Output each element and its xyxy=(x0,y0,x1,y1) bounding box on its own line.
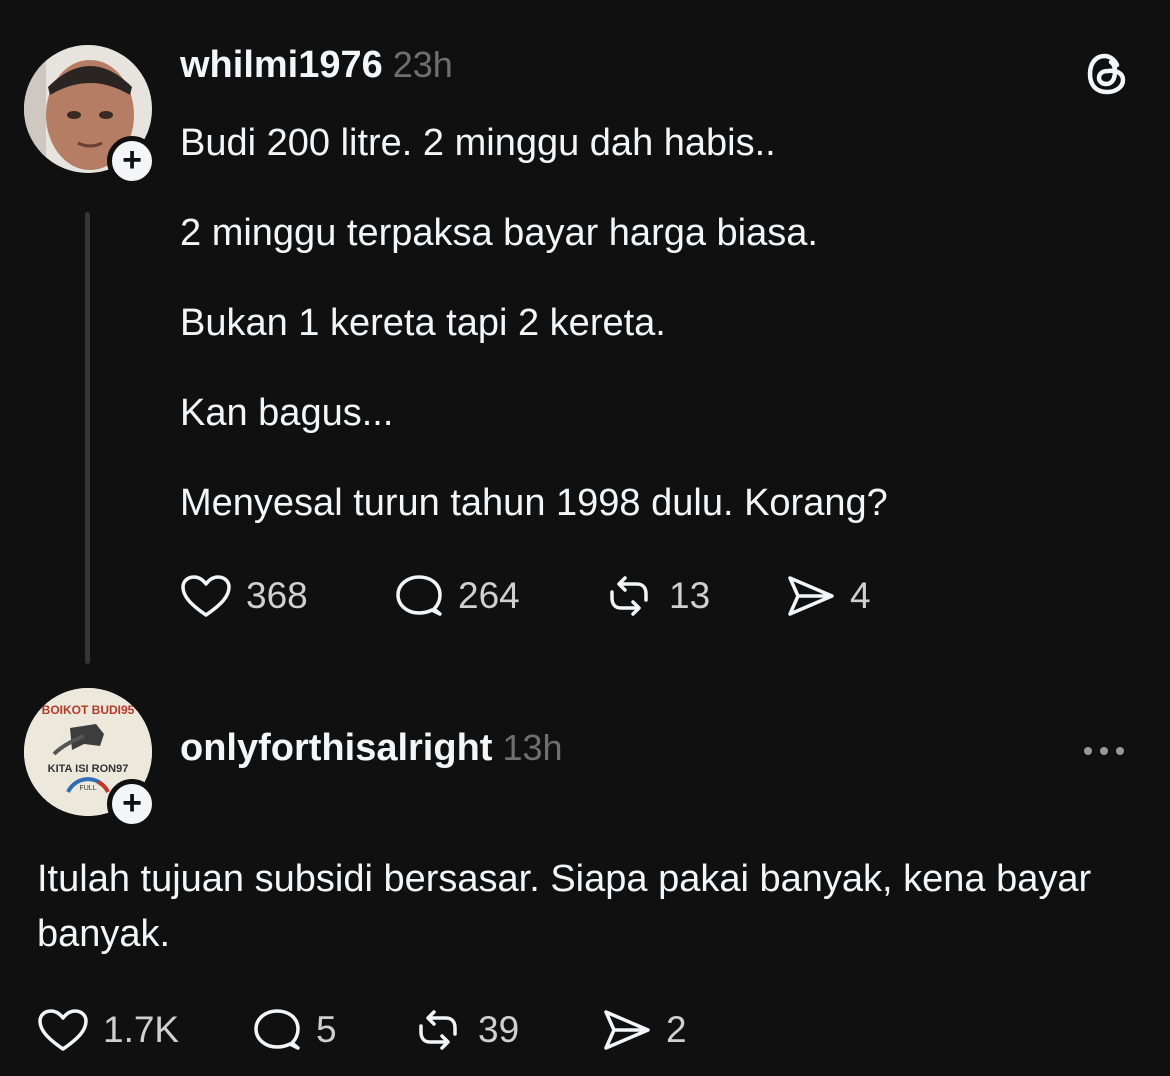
reply-like-button[interactable]: 1.7K xyxy=(37,1008,179,1052)
follow-plus-button-onlyforthisalright[interactable]: + xyxy=(107,779,157,829)
reply-username[interactable]: onlyforthisalright xyxy=(180,727,492,769)
post-username[interactable]: whilmi1976 xyxy=(180,44,383,86)
post-reply-button[interactable]: 264 xyxy=(392,574,520,618)
more-icon[interactable] xyxy=(1080,742,1128,760)
post-repost-count: 13 xyxy=(669,575,711,616)
follow-plus-button-whilmi1976[interactable]: + xyxy=(107,136,157,186)
send-icon xyxy=(788,576,834,616)
reply-reply-button[interactable]: 5 xyxy=(250,1008,337,1052)
post-share-count: 4 xyxy=(850,575,871,616)
post-like-count: 368 xyxy=(246,575,308,616)
reply-time: 13h xyxy=(502,727,563,768)
post-line-4: Kan bagus... xyxy=(180,392,394,434)
comment-icon xyxy=(254,1009,300,1050)
heart-icon xyxy=(181,575,231,617)
threads-logo-icon[interactable] xyxy=(1083,50,1131,103)
plus-icon: + xyxy=(122,784,142,822)
post-line-1: Budi 200 litre. 2 minggu dah habis.. xyxy=(180,122,776,164)
post-like-button[interactable]: 368 xyxy=(180,574,308,618)
post-line-3: Bukan 1 kereta tapi 2 kereta. xyxy=(180,302,666,344)
post-line-2: 2 minggu terpaksa bayar harga biasa. xyxy=(180,212,818,254)
avatar-gauge-text: FULL xyxy=(79,785,96,792)
avatar-text-top: BOIKOT BUDI95 xyxy=(42,703,135,717)
reply-repost-button[interactable]: 39 xyxy=(412,1008,519,1052)
send-icon xyxy=(604,1010,650,1050)
reply-like-count: 1.7K xyxy=(103,1009,180,1050)
post-reply-count: 264 xyxy=(458,575,520,616)
reply-repost-count: 39 xyxy=(478,1009,520,1050)
post-time: 23h xyxy=(392,44,453,85)
post-header: whilmi1976 23h xyxy=(180,44,453,87)
post-line-5: Menyesal turun tahun 1998 dulu. Korang? xyxy=(180,482,888,524)
reply-header: onlyforthisalright 13h xyxy=(180,727,563,770)
reply-share-button[interactable]: 2 xyxy=(600,1008,687,1052)
reply-reply-count: 5 xyxy=(316,1009,337,1050)
reply-text: Itulah tujuan subsidi bersasar. Siapa pa… xyxy=(37,858,1092,955)
repost-icon xyxy=(419,1010,457,1050)
comment-icon xyxy=(396,575,442,616)
reply-share-count: 2 xyxy=(666,1009,687,1050)
thread-line xyxy=(85,212,90,664)
post-share-button[interactable]: 4 xyxy=(784,574,871,618)
avatar-text-bottom: KITA ISI RON97 xyxy=(48,763,129,775)
post-repost-button[interactable]: 13 xyxy=(603,574,710,618)
heart-icon xyxy=(38,1009,88,1051)
repost-icon xyxy=(610,576,648,616)
plus-icon: + xyxy=(122,141,142,179)
